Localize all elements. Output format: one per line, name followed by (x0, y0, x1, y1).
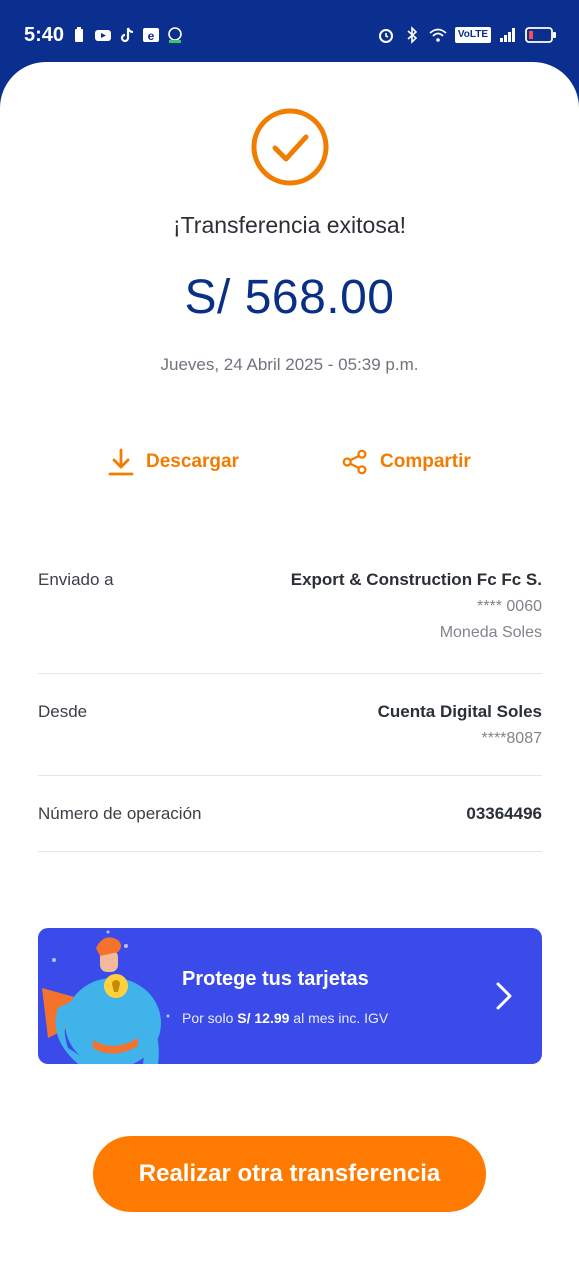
sent-to-values: Export & Construction Fc Fc S. **** 0060… (291, 570, 542, 642)
e-app-icon: e (143, 28, 159, 43)
detail-row-from: Desde Cuenta Digital Soles ****8087 (38, 674, 542, 776)
bluetooth-icon (407, 26, 417, 44)
sent-to-label: Enviado a (38, 570, 114, 589)
source-account-name: Cuenta Digital Soles (377, 702, 542, 721)
operation-values: 03364496 (466, 804, 542, 824)
from-label: Desde (38, 702, 88, 721)
alarm-icon (378, 29, 393, 43)
detail-row-sent-to: Enviado a Export & Construction Fc Fc S.… (38, 556, 542, 674)
new-transfer-button[interactable]: Realizar otra transferencia (93, 1136, 486, 1212)
status-bar: 5:40 e VoLTE (0, 0, 579, 70)
superhero-illustration (42, 930, 170, 1064)
app-icon (168, 27, 182, 43)
chevron-right-icon (496, 982, 512, 1010)
transfer-datetime: Jueves, 24 Abril 2025 - 05:39 p.m. (160, 355, 419, 374)
download-icon (108, 448, 134, 476)
download-button[interactable]: Descargar (108, 445, 239, 479)
wifi-icon (429, 28, 447, 42)
promo-title: Protege tus tarjetas (182, 968, 369, 990)
transfer-details: Enviado a Export & Construction Fc Fc S.… (38, 556, 542, 852)
recipient-account: **** 0060 (477, 598, 542, 615)
promo-subtitle-suffix: al mes inc. IGV (289, 1010, 389, 1026)
volte-badge: VoLTE (454, 27, 491, 43)
tiktok-icon (120, 27, 134, 43)
share-button[interactable]: Compartir (342, 445, 471, 479)
recipient-currency: Moneda Soles (439, 624, 542, 641)
from-values: Cuenta Digital Soles ****8087 (378, 702, 542, 748)
download-label: Descargar (146, 451, 239, 472)
page-title: ¡Transferencia exitosa! (172, 212, 407, 238)
operation-number: 03364496 (466, 804, 542, 823)
youtube-icon (95, 30, 111, 41)
promo-subtitle-prefix: Por solo (182, 1010, 238, 1026)
promo-subtitle: Por solo S/ 12.99 al mes inc. IGV (182, 1010, 388, 1026)
svg-text:e: e (148, 29, 155, 43)
signal-icon (500, 28, 515, 42)
promo-banner[interactable]: Protege tus tarjetas Por solo S/ 12.99 a… (38, 928, 542, 1064)
status-time: 5:40 (24, 24, 65, 46)
share-label: Compartir (380, 451, 471, 472)
transfer-amount: S/ 568.00 (184, 271, 395, 324)
battery-icon (525, 27, 556, 43)
promo-price: S/ 12.99 (237, 1010, 290, 1026)
source-account-number: ****8087 (481, 730, 543, 747)
status-left-icons: e (70, 26, 184, 44)
recipient-name: Export & Construction Fc Fc S. (290, 570, 542, 589)
battery-saver-icon (75, 27, 83, 42)
success-check-icon (251, 108, 329, 186)
share-icon (342, 449, 367, 475)
status-right-icons: VoLTE (377, 26, 557, 44)
detail-row-operation: Número de operación 03364496 (38, 776, 542, 852)
operation-label: Número de operación (38, 804, 202, 823)
